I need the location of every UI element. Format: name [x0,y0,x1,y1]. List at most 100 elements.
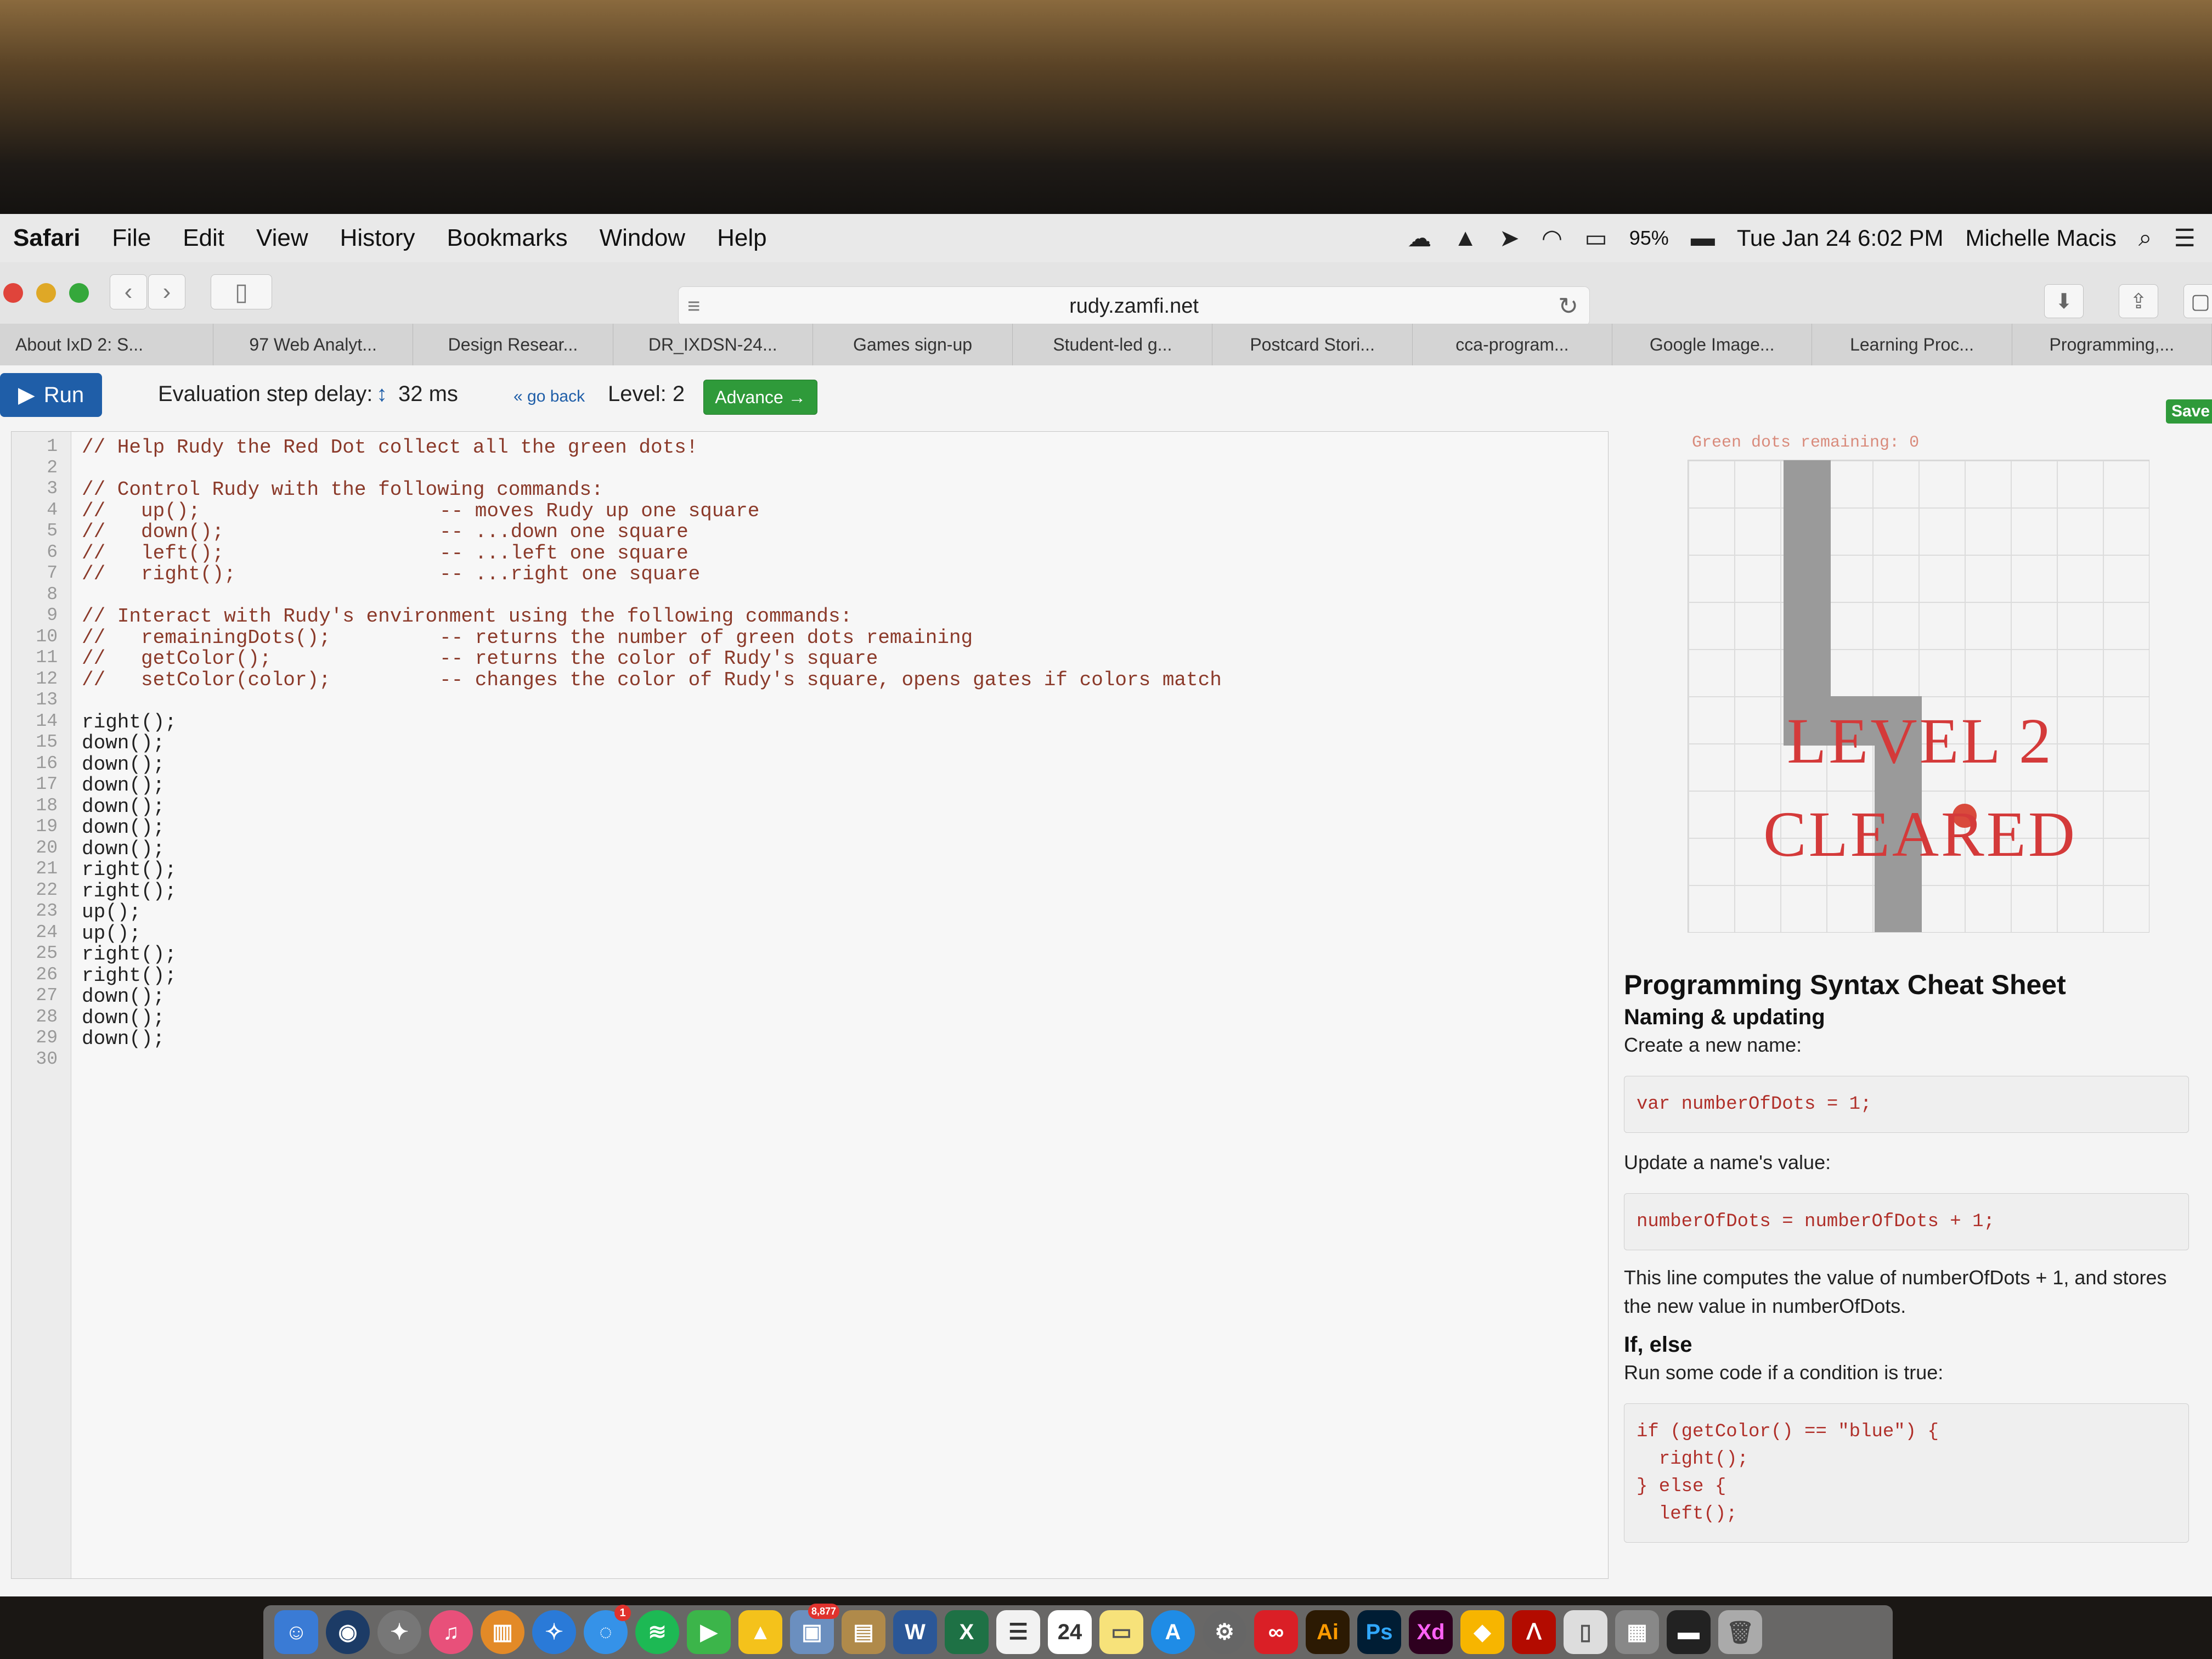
illustrator-icon[interactable]: Ai [1306,1610,1350,1654]
google-drive-dock-icon[interactable]: ▲ [738,1610,782,1654]
code-line[interactable]: right(); [82,859,177,881]
word-icon[interactable]: W [893,1610,937,1654]
calendar-icon[interactable]: 24 [1048,1610,1092,1654]
sketch-icon[interactable]: ◆ [1460,1610,1504,1654]
zoom-window-button[interactable] [69,283,89,303]
menu-bookmarks[interactable]: Bookmarks [447,224,568,252]
tab-web-analytics[interactable]: 97 Web Analyt... [213,324,414,365]
code-line[interactable]: // down(); [82,521,224,543]
sidebar-toggle-icon[interactable]: ▯ [211,274,272,309]
spotify-icon[interactable]: ≋ [635,1610,679,1654]
code-line[interactable]: // setColor(color); [82,669,331,691]
delay-value[interactable]: 32 ms [398,382,458,407]
spotlight-search-icon[interactable]: ⌕ [2138,224,2152,252]
share-icon[interactable]: ⇪ [2119,284,2158,318]
creative-cloud-icon[interactable]: ☁ [1407,224,1431,252]
xd-icon[interactable]: Xd [1409,1610,1453,1654]
user-name[interactable]: Michelle Macis [1966,225,2117,251]
trash-icon[interactable]: 🗑 [1718,1610,1762,1654]
code-line[interactable]: // Help Rudy the Red Dot collect all the… [82,436,698,459]
messages-icon[interactable]: ◌ 1 [584,1605,631,1654]
close-window-button[interactable] [3,283,23,303]
ibooks-icon[interactable]: ▥ [481,1610,524,1654]
code-line[interactable]: down(); [82,838,165,860]
code-line[interactable]: down(); [82,795,165,818]
address-bar[interactable]: ≡ rudy.zamfi.net ↻ [678,286,1590,326]
advance-button[interactable]: Advance → [703,380,817,415]
code-line[interactable]: // remainingDots(); [82,627,331,649]
facetime-icon[interactable]: ▶ [687,1610,731,1654]
photos-icon[interactable]: ▣ 8,877 [790,1604,839,1654]
google-drive-icon[interactable]: ▲ [1453,224,1477,252]
excel-icon[interactable]: X [945,1610,989,1654]
battery-icon[interactable]: ▬ [1691,224,1715,252]
tab-about-ixd[interactable]: About IxD 2: S... [0,324,213,365]
code-line[interactable]: right(); [82,711,177,733]
tab-dr-ixdsn[interactable]: DR_IXDSN-24... [613,324,813,365]
code-line[interactable]: // Control Rudy with the following comma… [82,478,603,501]
code-line[interactable]: down(); [82,1028,165,1050]
screenshot-stack-icon[interactable]: ▦ [1615,1610,1659,1654]
menu-window[interactable]: Window [600,224,686,252]
airplay-icon[interactable]: ▭ [1584,224,1607,252]
downloads-icon[interactable]: ⬇ [2044,284,2084,318]
menu-history[interactable]: History [340,224,415,252]
code-line[interactable]: up(); [82,922,141,945]
code-line[interactable]: // Interact with Rudy's environment usin… [82,605,852,628]
finder-icon[interactable]: ☺ [274,1610,318,1654]
notes-folder-icon[interactable]: ▤ [842,1610,885,1654]
code-line[interactable]: up(); [82,901,141,923]
run-button[interactable]: ▶ Run [0,373,102,417]
code-line[interactable]: // getColor(); [82,647,272,670]
save-button[interactable]: Save [2166,399,2212,424]
photoshop-icon[interactable]: Ps [1357,1610,1401,1654]
reader-view-icon[interactable]: ≡ [687,294,700,319]
menu-safari[interactable]: Safari [13,224,80,252]
battery-percent[interactable]: 95% [1629,227,1669,250]
code-line[interactable]: right(); [82,880,177,902]
tab-learning-proc[interactable]: Learning Proc... [1812,324,2012,365]
reload-icon[interactable]: ↻ [1558,292,1578,320]
code-line[interactable]: // up(); [82,500,200,522]
tab-design-research[interactable]: Design Resear... [413,324,613,365]
menu-edit[interactable]: Edit [183,224,224,252]
code-line[interactable]: right(); [82,964,177,987]
tab-programming[interactable]: Programming,... [2012,324,2212,365]
acrobat-icon[interactable]: ᐱ [1512,1610,1556,1654]
clock[interactable]: Tue Jan 24 6:02 PM [1737,225,1944,251]
menu-view[interactable]: View [256,224,308,252]
code-line[interactable]: down(); [82,985,165,1008]
code-line[interactable]: right(); [82,943,177,966]
tabs-overview-icon[interactable]: ▢ [2183,284,2212,318]
delay-drag-handle-icon[interactable]: ↕ [376,382,387,407]
tab-student-led[interactable]: Student-led g... [1013,324,1213,365]
go-back-link[interactable]: « go back [514,387,585,406]
app-store-icon[interactable]: A [1151,1610,1195,1654]
stickies-icon[interactable]: ▭ [1099,1610,1143,1654]
code-line[interactable]: down(); [82,816,165,839]
system-preferences-icon[interactable]: ⚙ [1203,1610,1246,1654]
back-button[interactable]: ‹ [110,274,147,309]
tab-postcard-stories[interactable]: Postcard Stori... [1212,324,1413,365]
code-line[interactable]: down(); [82,774,165,797]
code-line[interactable]: down(); [82,732,165,754]
wifi-icon[interactable]: ◠ [1542,224,1562,252]
code-editor[interactable]: 1 2 3 4 5 6 7 8 9 10 11 12 13 14 15 16 17 18 19 20 21 22 23 24 2… [11,431,1609,1579]
menu-help[interactable]: Help [717,224,767,252]
menu-file[interactable]: File [112,224,151,252]
terminal-stack-icon[interactable]: ▬ [1667,1610,1711,1654]
itunes-icon[interactable]: ♫ [429,1610,473,1654]
code-line[interactable]: // right(); [82,563,236,585]
tab-games-signup[interactable]: Games sign-up [813,324,1013,365]
creative-cloud-dock-icon[interactable]: ∞ [1254,1610,1298,1654]
forward-button[interactable]: › [148,274,185,309]
document-icon[interactable]: ▯ [1564,1610,1607,1654]
minimize-window-button[interactable] [36,283,56,303]
code-line[interactable]: down(); [82,753,165,776]
code-line[interactable]: // left(); [82,542,224,565]
launchpad-icon[interactable]: ✦ [377,1610,421,1654]
reminders-icon[interactable]: ☰ [996,1610,1040,1654]
siri-icon[interactable]: ◉ [326,1610,370,1654]
safari-icon[interactable]: ✧ [532,1610,576,1654]
tab-google-image[interactable]: Google Image... [1612,324,1813,365]
